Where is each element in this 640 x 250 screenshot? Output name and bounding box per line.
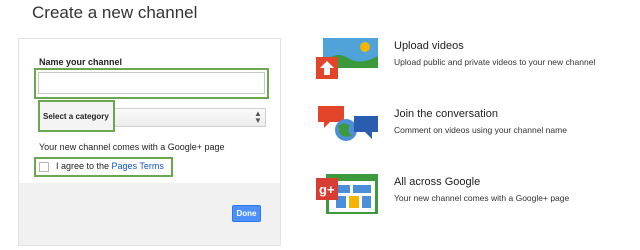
feature-description: Upload public and private videos to your… <box>394 57 596 67</box>
channel-name-input[interactable] <box>38 72 265 94</box>
feature-join-conversation: Join the conversation Comment on videos … <box>316 104 636 158</box>
feature-description: Comment on videos using your channel nam… <box>394 125 567 135</box>
google-plus-icon: g+ <box>316 174 378 214</box>
agree-label: I agree to the Pages Terms <box>56 161 164 171</box>
upload-videos-icon <box>316 38 378 79</box>
google-plus-note: Your new channel comes with a Google+ pa… <box>39 142 225 152</box>
agree-text: I agree to the <box>56 161 112 171</box>
feature-description: Your new channel comes with a Google+ pa… <box>394 193 570 203</box>
feature-title: All across Google <box>394 176 481 188</box>
select-arrows-icon: ▲ ▼ <box>254 109 262 125</box>
conversation-icon <box>318 106 378 141</box>
page-title: Create a new channel <box>32 3 198 22</box>
name-label: Name your channel <box>39 57 123 67</box>
pages-terms-link[interactable]: Pages Terms <box>112 161 164 171</box>
create-channel-form: Name your channel ▲ ▼ Select a category Y… <box>18 38 281 246</box>
category-select-label[interactable]: Select a category <box>43 112 109 121</box>
feature-title: Join the conversation <box>394 108 498 120</box>
feature-title: Upload videos <box>394 40 464 52</box>
svg-text:g+: g+ <box>319 182 335 197</box>
agree-checkbox[interactable] <box>39 162 49 172</box>
feature-all-across-google: g+ All across Google Your new channel co… <box>316 172 636 226</box>
done-button[interactable]: Done <box>232 205 261 222</box>
feature-upload-videos: Upload videos Upload public and private … <box>316 36 636 90</box>
